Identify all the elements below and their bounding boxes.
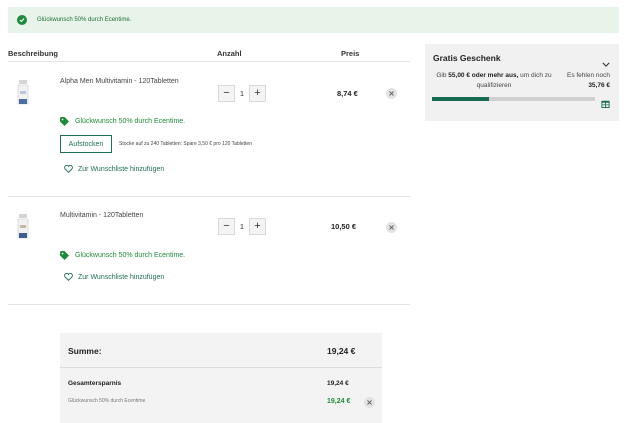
product-name[interactable]: Multivitamin - 120Tabletten	[60, 212, 143, 219]
row-divider	[8, 196, 410, 197]
decrease-button[interactable]: −	[218, 85, 235, 102]
product-image[interactable]	[16, 80, 30, 106]
free-gift-panel: Gratis Geschenk Gib 55,00 € oder mehr au…	[425, 44, 619, 121]
item-price: 10,50 €	[331, 222, 357, 231]
close-icon	[389, 91, 394, 96]
tag-icon	[60, 251, 69, 260]
gift-progress-bar	[432, 97, 595, 101]
upgrade-button[interactable]: Aufstocken	[60, 135, 112, 153]
success-banner: Glückwunsch 50% durch Ecentime.	[8, 7, 619, 33]
total-label: Summe:	[68, 346, 102, 356]
gift-message: Gib 55,00 € oder mehr aus, um dich zu qu…	[433, 71, 555, 91]
product-image[interactable]	[16, 214, 30, 240]
increase-button[interactable]: +	[249, 218, 266, 235]
header-description: Beschreibung	[8, 49, 59, 58]
increase-button[interactable]: +	[249, 85, 266, 102]
gift-remaining-label: Es fehlen noch	[566, 72, 610, 79]
order-summary: Summe: 19,24 € Gesamtersparnis 19,24 € G…	[60, 333, 382, 423]
heart-icon	[64, 273, 73, 281]
tag-icon	[60, 117, 69, 126]
promo-line: Glückwunsch 50% durch Ecentime.	[60, 251, 185, 260]
savings-label: Gesamtersparnis	[68, 380, 122, 387]
banner-text: Glückwunsch 50% durch Ecentime.	[37, 17, 132, 23]
wishlist-text: Zur Wunschliste hinzufügen	[78, 165, 165, 173]
promo-text: Glückwunsch 50% durch Ecentime.	[75, 118, 186, 125]
item-price: 8,74 €	[337, 89, 358, 98]
promo-line: Glückwunsch 50% durch Ecentime.	[60, 117, 185, 126]
gift-msg-pre: Gib	[436, 72, 449, 79]
summary-divider	[60, 367, 382, 368]
upsell-text: Stocke auf zu 240 Tabletten: Spare 3,50 …	[119, 141, 252, 147]
discount-value: 19,24 €	[327, 398, 351, 405]
gift-remaining-value: 35,76 €	[588, 82, 610, 89]
row-divider	[8, 304, 410, 305]
product-name[interactable]: Alpha Men Multivitamin - 120Tabletten	[60, 78, 179, 85]
heart-icon	[64, 165, 73, 173]
header-price: Preis	[341, 49, 360, 58]
remove-item-button[interactable]	[386, 88, 397, 99]
gift-icon	[601, 95, 610, 113]
remove-item-button[interactable]	[386, 222, 397, 233]
wishlist-text: Zur Wunschliste hinzufügen	[78, 273, 165, 281]
promo-text: Glückwunsch 50% durch Ecentime.	[75, 252, 186, 259]
chevron-down-icon[interactable]	[602, 54, 610, 72]
header-divider	[8, 61, 410, 62]
quantity-stepper[interactable]: − 1 +	[218, 218, 266, 235]
check-circle-icon	[17, 15, 27, 25]
savings-value: 19,24 €	[327, 380, 349, 387]
total-value: 19,24 €	[327, 346, 356, 356]
quantity-value: 1	[239, 222, 245, 231]
gift-remaining: Es fehlen noch 35,76 €	[544, 71, 610, 91]
header-quantity: Anzahl	[217, 49, 242, 58]
gift-msg-amount: 55,00 € oder mehr aus,	[448, 72, 519, 79]
gift-progress-fill	[432, 97, 490, 101]
close-icon	[367, 400, 372, 405]
wishlist-link[interactable]: Zur Wunschliste hinzufügen	[64, 165, 164, 173]
quantity-value: 1	[239, 89, 245, 98]
discount-label: Glückwunsch 50% durch Ecentime	[68, 398, 146, 404]
quantity-stepper[interactable]: − 1 +	[218, 85, 266, 102]
decrease-button[interactable]: −	[218, 218, 235, 235]
wishlist-link[interactable]: Zur Wunschliste hinzufügen	[64, 273, 164, 281]
remove-discount-button[interactable]	[364, 397, 375, 408]
close-icon	[389, 225, 394, 230]
gift-title[interactable]: Gratis Geschenk	[433, 53, 501, 63]
